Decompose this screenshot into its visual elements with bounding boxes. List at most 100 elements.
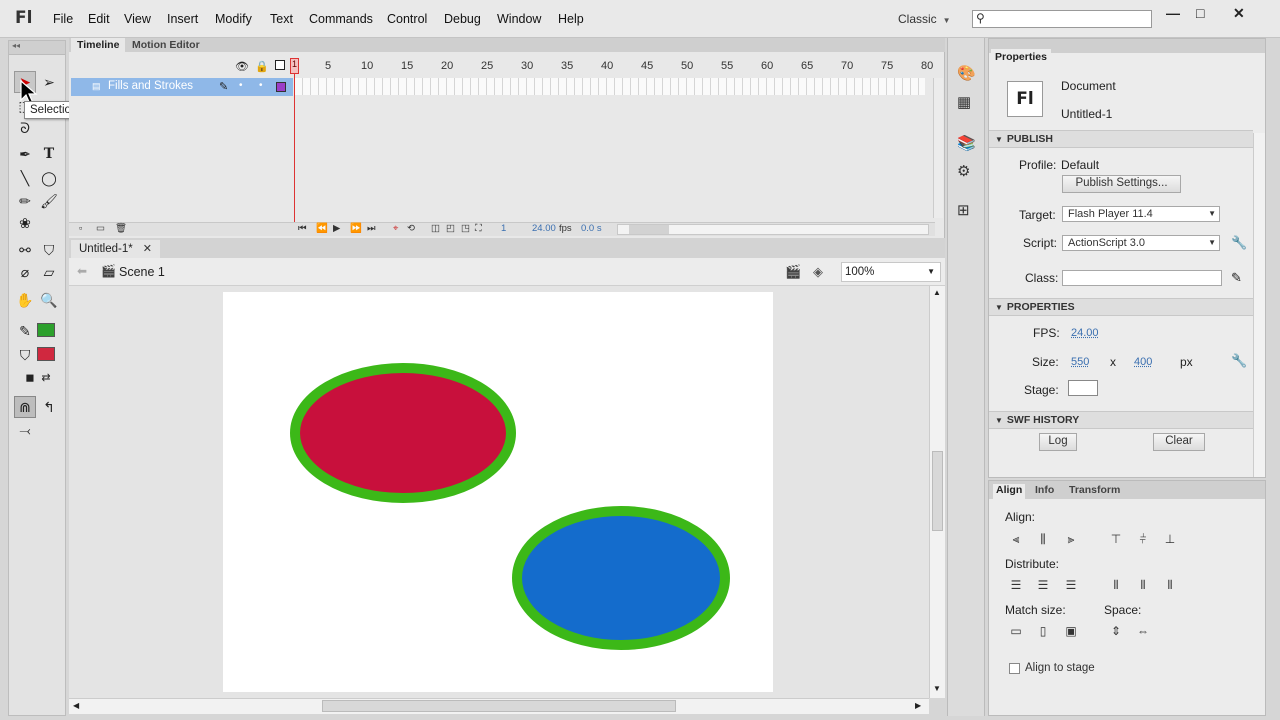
distribute-vertical-center-icon[interactable]: ☰ <box>1034 576 1052 594</box>
space-evenly-horizontal-icon[interactable]: ⇔ <box>1134 622 1152 640</box>
close-tab-icon[interactable]: ✕ <box>143 243 152 255</box>
space-evenly-vertical-icon[interactable]: ⇕ <box>1107 622 1125 640</box>
stroke-color-swatch[interactable] <box>37 323 55 337</box>
align-left-icon[interactable]: ⫷ <box>1007 530 1025 548</box>
center-frame-icon[interactable]: ⌖ <box>393 223 398 234</box>
align-top-icon[interactable]: ⊤ <box>1107 530 1125 548</box>
properties-scrollbar[interactable] <box>1253 133 1265 477</box>
stage-hscroll-thumb[interactable] <box>322 700 676 712</box>
layer-outline-color[interactable] <box>276 82 286 92</box>
edit-class-pencil-icon[interactable]: ✎ <box>1231 270 1242 286</box>
menu-file[interactable]: File <box>53 12 73 26</box>
paint-bucket-tool[interactable]: ⛉ <box>38 239 60 261</box>
red-ellipse[interactable] <box>290 363 516 503</box>
show-hide-all-layers-icon[interactable]: 👁 <box>235 60 249 73</box>
align-to-stage-checkbox[interactable] <box>1009 663 1020 674</box>
tab-transform[interactable]: Transform <box>1069 484 1120 496</box>
edit-multiple-frames-icon[interactable]: ◳ <box>461 223 470 234</box>
layer-row[interactable]: ▤ Fills and Strokes ✎ • • <box>71 78 293 96</box>
script-select[interactable]: ActionScript 3.0 ▼ <box>1062 235 1220 251</box>
library-panel-icon[interactable]: 📚 <box>957 134 976 152</box>
scroll-right-icon[interactable]: ▶ <box>915 701 921 710</box>
color-panel-icon[interactable]: 🎨 <box>957 64 976 82</box>
tab-timeline[interactable]: Timeline <box>71 38 126 52</box>
menu-debug[interactable]: Debug <box>444 12 481 26</box>
tab-align[interactable]: Align <box>993 484 1026 499</box>
onion-skin-icon[interactable]: ◫ <box>431 223 440 234</box>
distribute-left-icon[interactable]: ⦀ <box>1107 576 1125 594</box>
document-tab[interactable]: Untitled-1* ✕ <box>71 240 160 258</box>
current-frame-readout[interactable]: 1 <box>501 223 506 234</box>
go-to-last-frame-icon[interactable]: ⏭ <box>367 223 376 234</box>
outline-all-layers-icon[interactable] <box>275 60 285 70</box>
smooth-button[interactable]: ↰ <box>38 396 60 418</box>
align-right-icon[interactable]: ⫸ <box>1062 530 1080 548</box>
modify-markers-icon[interactable]: ⛶ <box>475 223 482 234</box>
line-tool[interactable]: ╲ <box>14 167 36 189</box>
eyedropper-tool[interactable]: ⌀ <box>14 261 36 283</box>
match-width-icon[interactable]: ▭ <box>1007 622 1025 640</box>
go-to-first-frame-icon[interactable]: ⏮ <box>298 223 307 234</box>
distribute-bottom-icon[interactable]: ☰ <box>1062 576 1080 594</box>
workspace-switcher[interactable]: Classic ▼ <box>898 12 951 26</box>
edit-symbols-icon[interactable]: ◈ <box>813 264 823 280</box>
height-value[interactable]: 400 <box>1134 356 1152 368</box>
delete-layer-icon[interactable]: 🗑 <box>115 223 127 234</box>
brush-tool[interactable]: 🖌 <box>38 190 60 212</box>
layer-lock-dot[interactable]: • <box>259 80 263 91</box>
menu-window[interactable]: Window <box>497 12 541 26</box>
scroll-down-icon[interactable]: ▼ <box>933 684 941 693</box>
swf-clear-button[interactable]: Clear <box>1153 433 1205 451</box>
subselection-tool[interactable]: ➢ <box>38 71 60 93</box>
snap-to-objects-button[interactable]: ⋒ <box>14 396 36 418</box>
swf-history-section-header[interactable]: ▼ SWF HISTORY <box>989 411 1253 429</box>
frames-grid[interactable] <box>295 78 925 95</box>
back-arrow-icon[interactable]: ⬅ <box>77 264 87 278</box>
tab-motion-editor[interactable]: Motion Editor <box>126 38 206 52</box>
new-layer-icon[interactable]: ▫ <box>79 223 82 234</box>
distribute-right-icon[interactable]: ⦀ <box>1161 576 1179 594</box>
scroll-up-icon[interactable]: ▲ <box>933 288 941 297</box>
oval-tool[interactable]: ◯ <box>38 167 60 189</box>
eraser-tool[interactable]: ▱ <box>38 261 60 283</box>
close-button[interactable]: ✕ <box>1233 5 1245 22</box>
align-horizontal-center-icon[interactable]: ⫼ <box>1034 530 1052 548</box>
timeline-vertical-scrollbar[interactable] <box>933 78 943 218</box>
bone-tool[interactable]: ⚯ <box>14 239 36 261</box>
tab-info[interactable]: Info <box>1035 484 1054 496</box>
edit-scene-icon[interactable]: 🎬 <box>785 264 801 280</box>
menu-modify[interactable]: Modify <box>215 12 252 26</box>
fps-value[interactable]: 24.00 <box>1071 327 1099 339</box>
script-settings-wrench-icon[interactable]: 🔧 <box>1231 235 1247 251</box>
onion-outlines-icon[interactable]: ◰ <box>446 223 455 234</box>
play-icon[interactable]: ▶ <box>333 223 340 234</box>
straighten-button[interactable]: ⤙ <box>14 419 36 441</box>
text-tool[interactable]: T <box>38 143 60 165</box>
stage-vertical-scrollbar[interactable]: ▲ ▼ <box>929 286 945 698</box>
swatches-panel-icon[interactable]: ▦ <box>957 93 971 111</box>
lasso-tool[interactable]: ᘐ <box>14 117 36 139</box>
menu-commands[interactable]: Commands <box>309 12 373 26</box>
playhead[interactable]: 1 <box>290 58 299 74</box>
pencil-tool[interactable]: ✏ <box>14 190 36 212</box>
deco-tool[interactable]: ❀ <box>14 212 36 234</box>
menu-text[interactable]: Text <box>270 12 293 26</box>
menu-insert[interactable]: Insert <box>167 12 198 26</box>
align-vertical-center-icon[interactable]: ⫩ <box>1134 530 1152 548</box>
pen-tool[interactable]: ✒ <box>14 143 36 165</box>
menu-view[interactable]: View <box>124 12 151 26</box>
distribute-horizontal-center-icon[interactable]: ⦀ <box>1134 576 1152 594</box>
align-bottom-icon[interactable]: ⊥ <box>1161 530 1179 548</box>
panel-grip[interactable]: ◂◂ <box>9 41 65 55</box>
target-select[interactable]: Flash Player 11.4 ▼ <box>1062 206 1220 222</box>
fill-color-swatch[interactable] <box>37 347 55 361</box>
new-folder-icon[interactable]: ▭ <box>96 223 105 234</box>
publish-section-header[interactable]: ▼ PUBLISH <box>989 130 1253 148</box>
hand-tool[interactable]: ✋ <box>14 289 36 311</box>
swap-colors-button[interactable]: ⇄ <box>35 366 57 388</box>
step-forward-icon[interactable]: ⏩ <box>350 223 362 234</box>
stage-horizontal-scrollbar[interactable]: ◀ ▶ <box>69 698 929 714</box>
step-back-icon[interactable]: ⏪ <box>316 223 328 234</box>
components-panel-icon[interactable]: ⊞ <box>957 201 970 219</box>
zoom-tool[interactable]: 🔍 <box>38 289 60 311</box>
